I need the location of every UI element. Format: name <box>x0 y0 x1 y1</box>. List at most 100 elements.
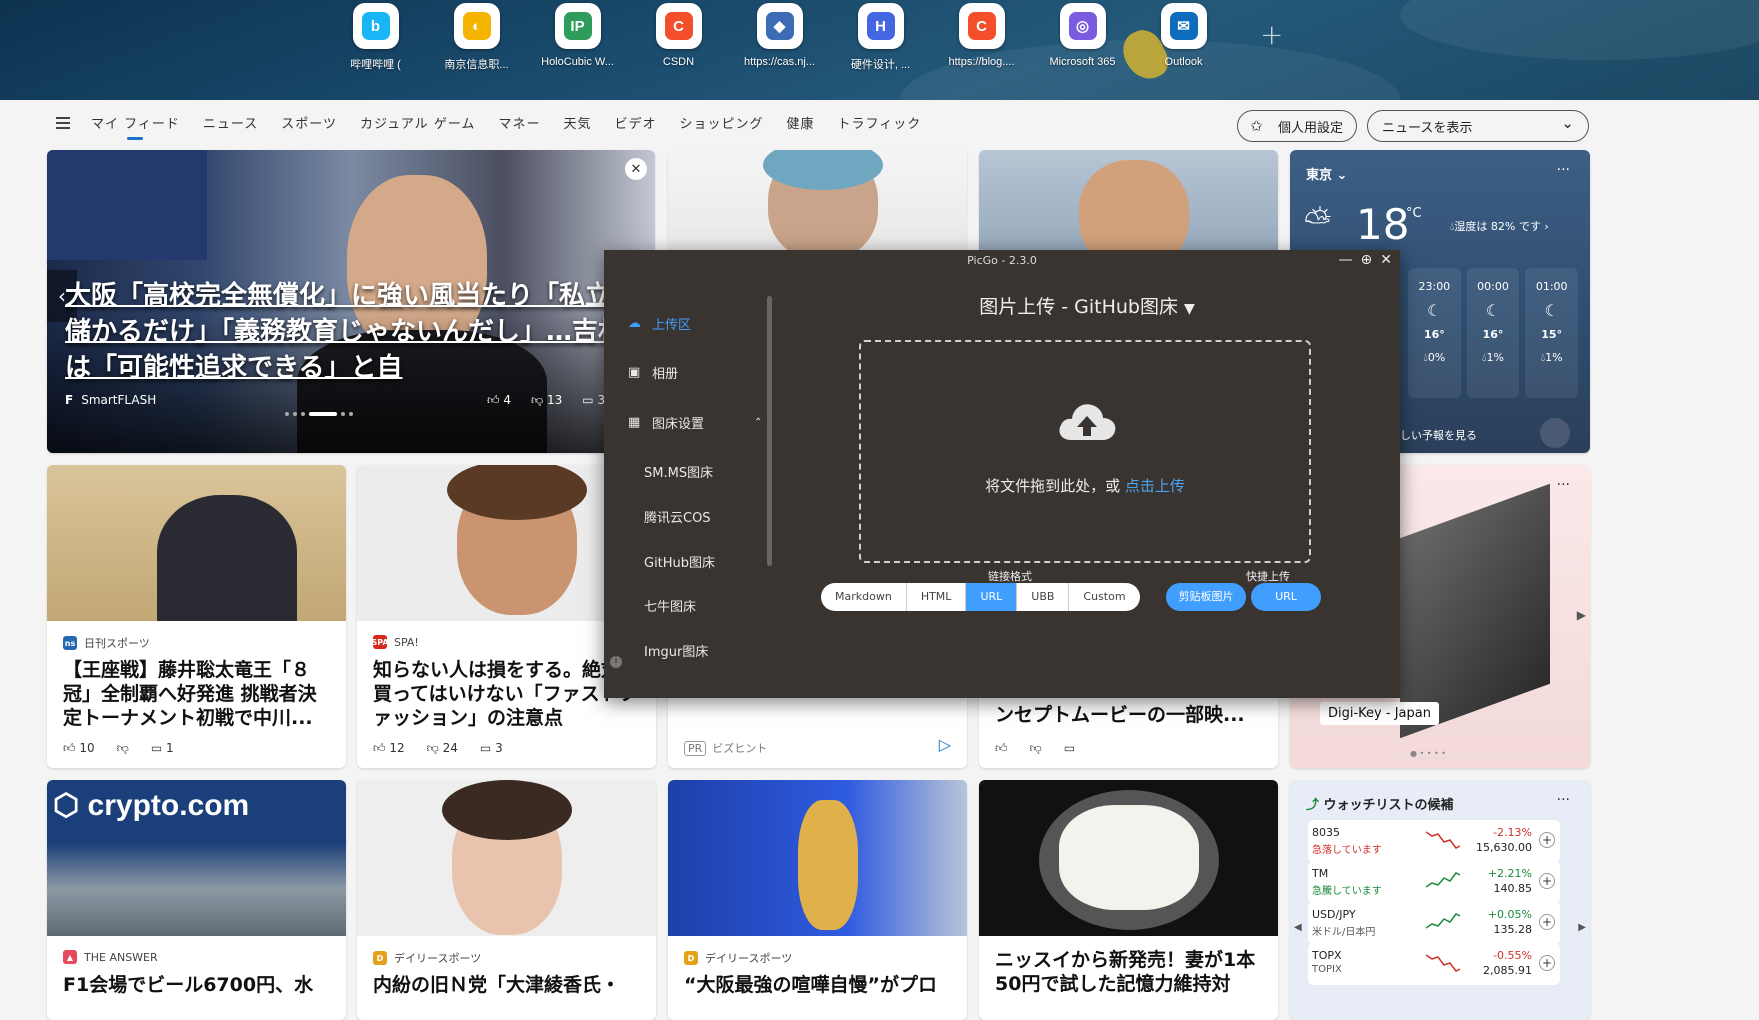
menu-image-host-settings[interactable]: ▦ 图床设置 ⌃ <box>628 413 762 432</box>
tab-news[interactable]: ニュース <box>203 113 258 132</box>
news-display-select[interactable]: ニュースを表示 ⌄ <box>1367 110 1589 142</box>
format-option-markdown[interactable]: Markdown <box>821 583 907 611</box>
card-headline[interactable]: ンセプトムービーの一部映... <box>995 703 1262 727</box>
hero-comment-button[interactable]: ▭ 3 <box>582 393 605 408</box>
sidebar-scrollbar[interactable] <box>767 296 772 566</box>
news-card-nparty[interactable]: D デイリースポーツ 内紛の旧Ｎ党「大津綾香氏・ <box>357 780 656 1020</box>
news-card-nissui[interactable]: ニッスイから新発売！妻が1本50円で試した記憶力維持対 <box>979 780 1278 1020</box>
card-headline[interactable]: F1会場でビール6700円、水 <box>63 973 330 997</box>
tab-shopping[interactable]: ショッピング <box>679 113 763 132</box>
submenu-smms[interactable]: SM.MS图床 <box>644 462 713 481</box>
menu-album[interactable]: ▣ 相册 <box>628 363 678 382</box>
prev-arrow-icon[interactable]: ◀ <box>1294 922 1302 933</box>
more-options-icon[interactable]: ··· <box>1557 477 1570 493</box>
sparkline <box>1426 954 1460 972</box>
news-card-shogi[interactable]: ns 日刊スポーツ 【王座戦】藤井聡太竜王「８冠」全制覇へ好発進 挑戦者決定トーナ… <box>47 465 346 768</box>
tab-casual-games[interactable]: カジュアル ゲーム <box>360 113 475 132</box>
person-hair <box>442 780 572 840</box>
close-icon[interactable]: ✕ <box>625 158 647 180</box>
shortcut-blog[interactable]: Chttps://blog.... <box>931 3 1032 72</box>
news-image <box>979 780 1278 936</box>
minimize-icon[interactable]: — <box>1339 252 1353 268</box>
card-headline[interactable]: ニッスイから新発売！妻が1本50円で試した記憶力維持対 <box>995 948 1262 996</box>
daily-sports-logo-icon: D <box>684 951 698 965</box>
clipboard-upload-button[interactable]: 剪贴板图片 <box>1166 583 1246 611</box>
next-arrow-icon[interactable]: ▶ <box>1578 922 1586 933</box>
watchlist-row[interactable]: TOPX TOPIX -0.55% 2,085.91 + <box>1308 943 1560 985</box>
watchlist-row[interactable]: TM 急騰しています +2.21% 140.85 + <box>1308 861 1560 903</box>
tab-weather[interactable]: 天気 <box>563 113 591 132</box>
card-headline[interactable]: 【王座戦】藤井聡太竜王「８冠」全制覇へ好発進 挑戦者決定トーナメント初戦で中川.… <box>63 658 330 730</box>
comment-button[interactable]: ▭ 1 <box>151 741 174 756</box>
tab-traffic[interactable]: トラフィック <box>838 113 922 132</box>
shortcut-cas[interactable]: ◆ https://cas.nj... <box>729 3 830 72</box>
weather-map-icon[interactable] <box>1540 418 1570 448</box>
forecast-link[interactable]: しい予報を見る <box>1400 427 1477 443</box>
submenu-github[interactable]: GitHub图床 <box>644 552 715 571</box>
more-options-icon[interactable]: ··· <box>1557 792 1570 808</box>
hero-headline[interactable]: 大阪「高校完全無償化」に強い風当たり「私立校が儲かるだけ」「義務教育じゃないんだ… <box>65 278 655 386</box>
click-upload-link[interactable]: 点击上传 <box>1125 477 1185 495</box>
card-headline[interactable]: “大阪最強の喧嘩自慢”がプロ <box>684 973 951 997</box>
url-upload-button[interactable]: URL <box>1251 583 1321 611</box>
format-option-custom[interactable]: Custom <box>1069 583 1139 611</box>
dislike-button[interactable]: 👎︎ <box>1030 741 1042 756</box>
format-option-html[interactable]: HTML <box>907 583 967 611</box>
hero-like-button[interactable]: 👍︎ 4 <box>487 393 511 408</box>
submenu-tencent-cos[interactable]: 腾讯云COS <box>644 507 711 526</box>
upload-dropzone[interactable]: 将文件拖到此处，或 点击上传 <box>859 340 1311 563</box>
more-options-icon[interactable]: ··· <box>1557 162 1570 178</box>
tab-video[interactable]: ビデオ <box>614 113 656 132</box>
shortcut-outlook[interactable]: ✉ Outlook <box>1133 3 1234 72</box>
info-icon[interactable]: i <box>610 656 622 668</box>
menu-upload-area[interactable]: ☁ 上传区 <box>628 314 691 333</box>
shortcut-holocubic[interactable]: IP HoloCubic W... <box>527 3 628 72</box>
menu-icon[interactable] <box>56 117 70 129</box>
add-to-watchlist-icon[interactable]: + <box>1539 955 1555 971</box>
dislike-button[interactable]: 👎︎ 24 <box>427 741 458 756</box>
hero-news-card[interactable]: ‹ ✕ 大阪「高校完全無償化」に強い風当たり「私立校が儲かるだけ」「義務教育じゃ… <box>47 150 655 453</box>
like-button[interactable]: 👍︎ 12 <box>373 741 405 756</box>
shortcut-microsoft365[interactable]: ◎ Microsoft 365 <box>1032 3 1133 72</box>
holocubic-icon: IP <box>554 3 601 49</box>
add-shortcut-icon[interactable]: + <box>1260 18 1283 51</box>
dislike-button[interactable]: 👎︎ <box>117 741 129 756</box>
next-arrow-icon[interactable]: ▶ <box>1577 608 1586 622</box>
format-option-url[interactable]: URL <box>966 583 1018 611</box>
comment-button[interactable]: ▭ 3 <box>480 741 503 756</box>
news-card-fight[interactable]: D デイリースポーツ “大阪最強の喧嘩自慢”がプロ <box>668 780 967 1020</box>
tab-my-feed[interactable]: マイ フィード <box>91 113 180 140</box>
upload-title[interactable]: 图片上传 - GitHub图床 ▼ <box>774 292 1400 319</box>
comment-button[interactable]: ▭ <box>1064 741 1075 756</box>
shortcut-njcit[interactable]: ◐ 南京信息职... <box>426 3 527 72</box>
add-to-watchlist-icon[interactable]: + <box>1539 914 1555 930</box>
hero-dislike-button[interactable]: 👎︎ 13 <box>531 393 562 408</box>
card-headline[interactable]: 知らない人は損をする。絶対に買ってはいけない「ファストファッション」の注意点 <box>373 658 640 730</box>
add-to-watchlist-icon[interactable]: + <box>1539 832 1555 848</box>
shortcut-bilibili[interactable]: b 哔哩哔哩 ( <box>325 3 426 72</box>
tab-money[interactable]: マネー <box>498 113 540 132</box>
add-to-watchlist-icon[interactable]: + <box>1539 873 1555 889</box>
ad-choices-icon[interactable]: ▷ <box>939 735 951 754</box>
cloud-upload-icon: ☁ <box>628 316 641 331</box>
submenu-qiniu[interactable]: 七牛图床 <box>644 596 696 615</box>
watchlist-card[interactable]: ⤴ ウォッチリストの候補 ··· 8035 急落しています -2.13% 15,630… <box>1290 780 1590 1020</box>
card-headline[interactable]: 内紛の旧Ｎ党「大津綾香氏・ <box>373 973 640 997</box>
shortcut-csdn[interactable]: C CSDN <box>628 3 729 72</box>
tab-sports[interactable]: スポーツ <box>281 113 337 132</box>
submenu-imgur[interactable]: Imgur图床 <box>644 641 708 660</box>
format-option-ubb[interactable]: UBB <box>1017 583 1070 611</box>
tab-health[interactable]: 健康 <box>787 113 815 132</box>
the-answer-logo-icon: ▲ <box>63 950 77 964</box>
weather-city[interactable]: 東京 ⌄ <box>1306 164 1347 183</box>
like-button[interactable]: 👍︎ 10 <box>63 741 95 756</box>
humidity-link[interactable]: 💧︎湿度は 82% です › <box>1450 218 1549 234</box>
always-on-top-icon[interactable]: ⊕ <box>1361 252 1373 268</box>
watchlist-row[interactable]: USD/JPY 米ドル/日本円 +0.05% 135.28 + <box>1308 902 1560 944</box>
like-button[interactable]: 👍︎ <box>995 741 1008 756</box>
close-icon[interactable]: ✕ <box>1380 252 1392 268</box>
watchlist-row[interactable]: 8035 急落しています -2.13% 15,630.00 + <box>1308 820 1560 862</box>
personalize-button[interactable]: ✩ 個人用設定 <box>1237 110 1357 142</box>
news-card-f1[interactable]: ⬡ crypto.com ▲ THE ANSWER F1会場でビール6700円、水 <box>47 780 346 1020</box>
shortcut-hardware[interactable]: H 硬件设计, ... <box>830 3 931 72</box>
